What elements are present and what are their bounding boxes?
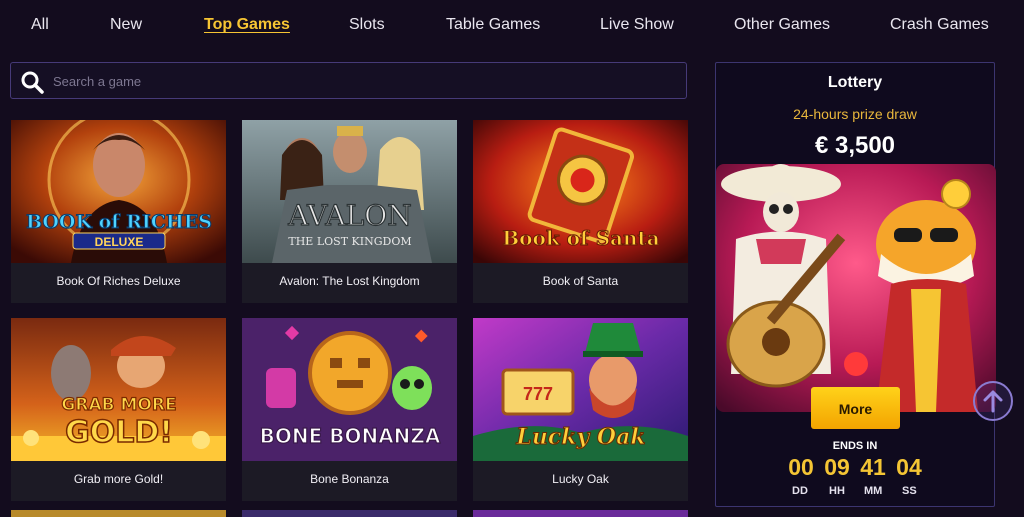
next-row-card-edge: [242, 510, 457, 517]
game-card-avalon-the-lost-kingdom[interactable]: AVALON THE LOST KINGDOM Avalon: The Lost…: [242, 120, 457, 303]
lottery-subtitle: 24-hours prize draw: [793, 106, 917, 122]
lottery-panel: Lottery 24-hours prize draw € 3,500 More…: [715, 62, 996, 507]
tab-table-games[interactable]: Table Games: [446, 16, 540, 34]
ends-in-label: ENDS IN: [832, 440, 878, 452]
game-logo: BOOK of RICHES: [26, 211, 212, 233]
search-input[interactable]: [51, 67, 675, 96]
countdown-unit-hours: HH: [829, 485, 845, 497]
game-title: Avalon: The Lost Kingdom: [279, 274, 420, 288]
countdown-hours: 09: [824, 454, 850, 480]
game-title: Bone Bonanza: [310, 472, 389, 486]
game-logo: BONE BONANZA: [260, 424, 441, 448]
next-row-card-edge: [11, 510, 226, 517]
tab-all[interactable]: All: [31, 16, 49, 34]
game-logo: GRAB MORE: [61, 395, 176, 415]
game-thumbnail[interactable]: AVALON THE LOST KINGDOM: [242, 120, 457, 263]
game-title: Grab more Gold!: [73, 472, 164, 486]
game-thumbnail[interactable]: GRAB MORE GOLD!: [11, 318, 226, 461]
game-title: Lucky Oak: [552, 472, 609, 486]
tab-new[interactable]: New: [110, 16, 142, 34]
game-logo: Lucky Oak: [515, 424, 645, 450]
game-logo-subtitle: GOLD!: [65, 415, 173, 450]
countdown-unit-minutes: MM: [864, 485, 883, 497]
countdown-days: 00: [788, 454, 814, 480]
countdown-seconds: 04: [896, 454, 922, 480]
game-logo: Book of Santa: [502, 226, 659, 250]
scroll-to-top-button[interactable]: [973, 381, 1013, 421]
game-card-lucky-oak[interactable]: 777 Lucky Oak Lucky Oak: [473, 318, 688, 501]
tab-slots[interactable]: Slots: [349, 16, 385, 34]
game-thumbnail[interactable]: BONE BONANZA: [242, 318, 457, 461]
countdown-unit-days: DD: [792, 485, 808, 497]
tab-crash-games[interactable]: Crash Games: [890, 16, 989, 34]
game-title: Book Of Riches Deluxe: [56, 274, 181, 288]
game-card-book-of-santa[interactable]: Book of Santa Book of Santa: [473, 120, 688, 303]
countdown-minutes: 41: [860, 454, 886, 480]
lottery-banner-image: [716, 164, 996, 412]
next-row-card-edge: [473, 510, 688, 517]
arrow-up-icon: [983, 390, 1003, 413]
game-thumbnail[interactable]: 777 Lucky Oak: [473, 318, 688, 461]
lottery-more-button[interactable]: More: [811, 387, 900, 429]
tab-top-games[interactable]: Top Games: [204, 16, 290, 34]
game-card-bone-bonanza[interactable]: BONE BONANZA Bone Bonanza: [242, 318, 457, 501]
game-card-grab-more-gold[interactable]: GRAB MORE GOLD! Grab more Gold!: [11, 318, 226, 501]
game-card-book-of-riches-deluxe[interactable]: BOOK of RICHES DELUXE Book Of Riches Del…: [11, 120, 226, 303]
search-icon[interactable]: [20, 70, 44, 94]
lottery-title: Lottery: [827, 74, 883, 91]
countdown-timer: 00 09 41 04: [716, 454, 994, 481]
svg-text:777: 777: [523, 384, 553, 404]
game-logo-subtitle: DELUXE: [95, 235, 144, 249]
game-logo: AVALON: [287, 199, 411, 232]
tab-other-games[interactable]: Other Games: [734, 16, 830, 34]
tab-live-show[interactable]: Live Show: [600, 16, 674, 34]
search-bar: [10, 62, 687, 99]
lottery-prize-amount: € 3,500: [814, 132, 896, 159]
game-thumbnail[interactable]: Book of Santa: [473, 120, 688, 263]
category-tabs: All New Top Games Slots Table Games Live…: [0, 0, 1024, 52]
game-logo-subtitle: THE LOST KINGDOM: [288, 235, 411, 248]
game-title: Book of Santa: [542, 274, 619, 288]
game-thumbnail[interactable]: BOOK of RICHES DELUXE: [11, 120, 226, 263]
countdown-unit-seconds: SS: [902, 485, 917, 497]
